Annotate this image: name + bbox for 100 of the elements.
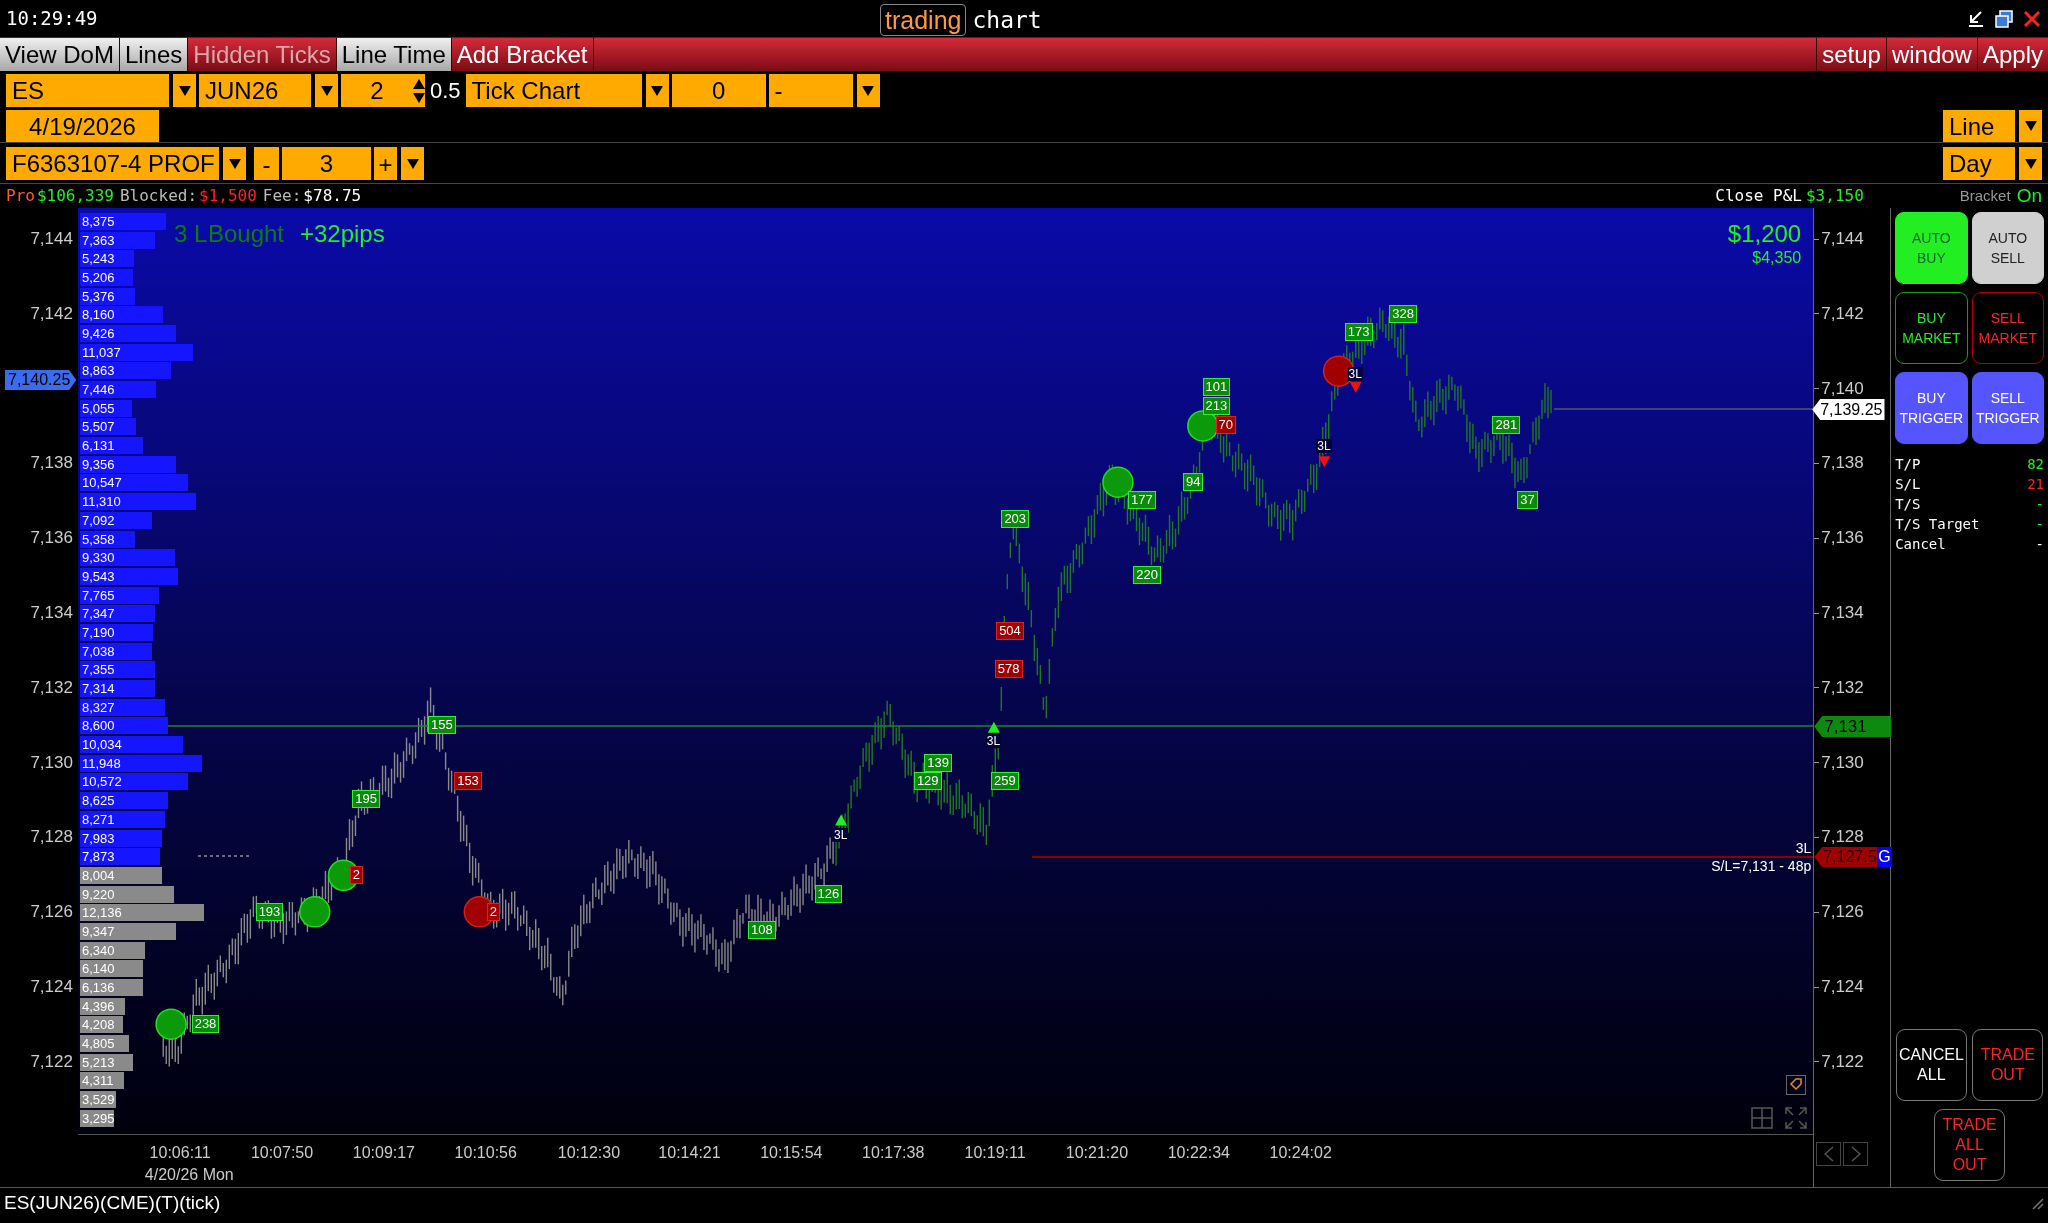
symbol-field[interactable]: ES: [6, 74, 169, 107]
increment-button[interactable]: +: [374, 147, 397, 180]
trade-count-tag: 126: [814, 884, 843, 903]
toolbar-button[interactable]: window: [1885, 38, 1977, 71]
price-axis-label: 7,122: [1821, 1051, 1864, 1072]
bracket-label: Bracket: [1959, 185, 2011, 206]
trade-count-tag: 213: [1202, 397, 1231, 416]
period-field[interactable]: Day: [1943, 147, 2015, 180]
trade-count-tag: 70: [1215, 415, 1236, 434]
volume-bar: 9,220: [79, 885, 174, 903]
bracket-setting-value: -: [2035, 535, 2044, 554]
bracket-setting-label: Cancel: [1895, 535, 1946, 554]
trade-count-tag: 328: [1389, 304, 1417, 323]
price-axis-label: 7,126: [30, 902, 73, 923]
price-axis-label: 7,142: [1821, 303, 1864, 324]
volume-bar: 8,863: [79, 362, 171, 380]
order-button[interactable]: AUTO BUY: [1895, 212, 1968, 284]
trade-count-tag: 37: [1517, 491, 1538, 510]
price-axis-label: 7,138: [30, 453, 73, 474]
order-button[interactable]: SELL TRIGGER: [1971, 372, 2044, 444]
toolbar-button[interactable]: Apply: [1976, 38, 2048, 71]
exit-button[interactable]: TRADE OUT: [1972, 1029, 2044, 1101]
volume-bar: 9,347: [79, 922, 176, 940]
order-button[interactable]: BUY TRIGGER: [1895, 372, 1968, 444]
trade-count-tag: 259: [990, 772, 1019, 791]
offset-field[interactable]: 0: [671, 74, 766, 107]
line-style-field[interactable]: Line: [1943, 110, 2015, 142]
trade-count-tag: 153: [454, 772, 482, 791]
target-price-tag: 7,131: [1814, 716, 1892, 737]
price-axis-label: 7,126: [1821, 902, 1864, 923]
toolbar-button[interactable]: View DoM: [0, 38, 120, 71]
time-axis-label: 10:07:50: [250, 1143, 314, 1163]
pips-value: +32pips: [299, 219, 385, 249]
decrement-button[interactable]: -: [254, 147, 279, 180]
trade-count-tag: 238: [191, 1015, 220, 1034]
clock: 10:29:49: [6, 6, 98, 32]
blocked-label: Blocked:: [119, 185, 198, 207]
price-axis-label: 7,140: [1821, 378, 1864, 399]
trade-count-tag: 101: [1202, 377, 1231, 396]
open-pnl: $1,200: [1727, 219, 1802, 249]
volume-bar: 7,765: [79, 586, 159, 604]
bracket-status: On: [2016, 183, 2042, 208]
volume-bar: 7,363: [79, 231, 155, 249]
volume-bar: 5,243: [79, 250, 134, 268]
order-button[interactable]: BUY MARKET: [1895, 292, 1968, 364]
price-axis-label: 7,136: [1821, 528, 1864, 549]
position-quantity: 3 L: [173, 219, 208, 249]
toolbar-button[interactable]: Lines: [119, 38, 189, 71]
trade-count-tag: 220: [1133, 565, 1161, 584]
price-axis-label: 7,138: [1821, 453, 1864, 474]
account-field[interactable]: F6363107-4 PROF: [6, 147, 219, 180]
volume-bar: 6,131: [79, 437, 143, 455]
account-type: Pro: [6, 185, 35, 207]
volume-bar: 7,038: [79, 642, 152, 660]
trade-count-tag: 139: [924, 753, 952, 772]
stop-note: S/L=7,131 - 48p: [1711, 858, 1812, 874]
price-axis-label: 7,132: [30, 677, 73, 698]
price-axis-label: 7,130: [30, 752, 73, 773]
exit-button[interactable]: TRADE ALL OUT: [1934, 1109, 2006, 1181]
exit-button[interactable]: CANCEL ALL: [1895, 1029, 1967, 1101]
chart-type-field[interactable]: Tick Chart: [465, 74, 642, 107]
current-price-tag: 7,139.25: [1812, 399, 1885, 420]
volume-bar: 11,948: [79, 754, 202, 772]
volume-bar: 12,136: [79, 904, 204, 922]
volume-bar: 10,572: [79, 773, 188, 791]
price-axis-label: 7,142: [30, 303, 73, 324]
volume-bar: 10,034: [79, 736, 183, 754]
toolbar-button[interactable]: setup: [1816, 38, 1886, 71]
toolbar-button[interactable]: Line Time: [336, 38, 452, 71]
bracket-setting-value: 21: [2027, 475, 2044, 494]
order-button[interactable]: AUTO SELL: [1971, 212, 2044, 284]
quantity-field[interactable]: 3: [282, 147, 371, 180]
price-axis-label: 7,128: [30, 827, 73, 848]
volume-bar: 7,092: [79, 511, 152, 529]
bracket-setting-label: S/L: [1895, 475, 1921, 494]
bracket-setting-label: T/S Target: [1895, 515, 1980, 534]
volume-bar: 5,358: [79, 530, 135, 548]
volume-bar: 11,310: [79, 493, 196, 511]
price-axis-label: 7,132: [1821, 677, 1864, 698]
option-field[interactable]: -: [768, 74, 853, 107]
interval-spinner[interactable]: 2: [341, 74, 425, 107]
stop-flag: G: [1877, 847, 1892, 867]
trade-count-tag: 177: [1128, 491, 1156, 510]
price-axis-label: 7,128: [1821, 827, 1864, 848]
contract-field[interactable]: JUN26: [199, 74, 311, 107]
price-axis-label: 7,134: [30, 603, 73, 623]
bracket-setting-value: -: [2035, 495, 2044, 514]
trade-count-tag: 578: [994, 659, 1023, 678]
volume-bar: 4,311: [79, 1072, 124, 1090]
trade-count-tag: 94: [1182, 473, 1204, 492]
order-button[interactable]: SELL MARKET: [1971, 292, 2044, 364]
stop-quantity: 3L: [1795, 840, 1812, 856]
trade-count-tag: 155: [428, 716, 456, 735]
status-text: ES(JUN26)(CME)(T)(tick): [4, 1190, 221, 1215]
stop-price-tag: 7,127.5: [1814, 847, 1878, 867]
signal-label: 3L: [1316, 438, 1332, 453]
trade-count-tag: 173: [1344, 322, 1373, 341]
bracket-setting-label: T/S: [1895, 495, 1921, 514]
date-field[interactable]: 4/19/2026: [6, 110, 159, 142]
bracket-setting-value: 82: [2027, 455, 2044, 474]
